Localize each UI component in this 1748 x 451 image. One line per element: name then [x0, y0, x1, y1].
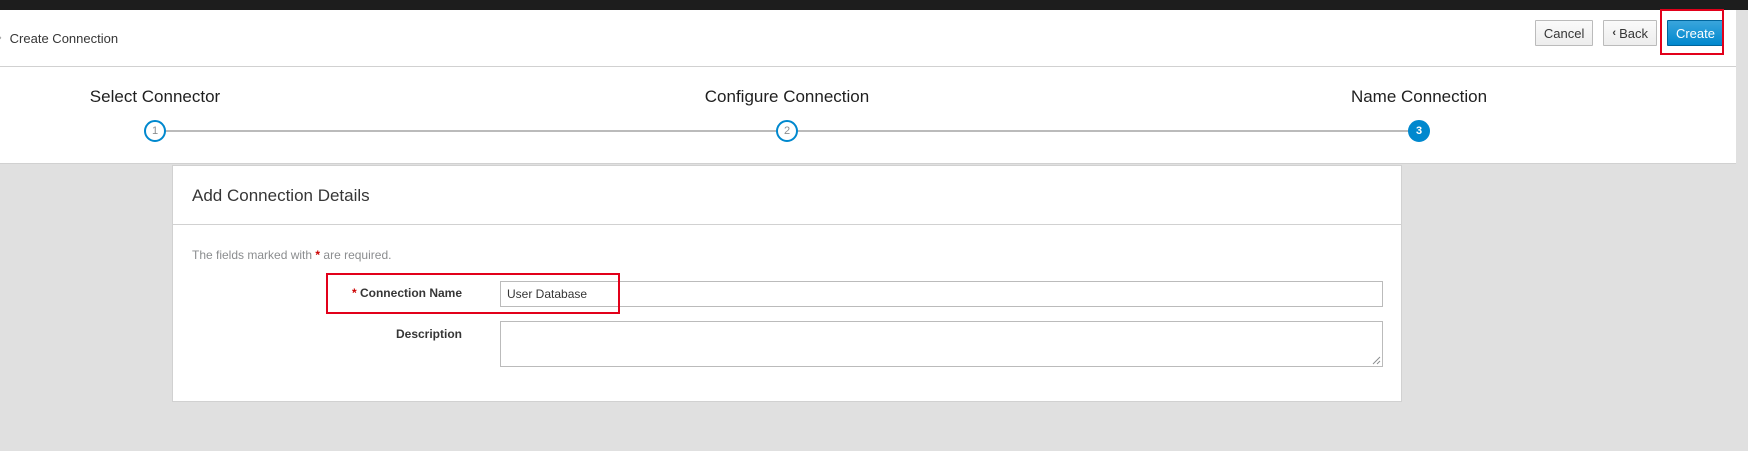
header-actions: Cancel ‹ Back Create: [1534, 20, 1724, 46]
required-note: The fields marked with * are required.: [192, 248, 391, 262]
wizard-step-label: Select Connector: [89, 87, 221, 106]
create-button-label: Create: [1675, 25, 1715, 41]
wizard-step-label: Configure Connection: [704, 87, 870, 106]
breadcrumb: › Create Connection: [0, 10, 118, 66]
chevron-left-icon: ‹: [1612, 27, 1617, 39]
required-note-text: The fields marked with: [192, 248, 313, 262]
wizard-step-label: Name Connection: [1350, 87, 1488, 106]
required-asterisk: *: [315, 248, 321, 262]
connection-name-input[interactable]: [500, 281, 1383, 307]
connection-name-label-text: Connection Name: [359, 286, 462, 300]
page: › Create Connection Cancel ‹ Back Create…: [0, 0, 1748, 451]
cancel-button-label: Cancel: [1543, 25, 1585, 41]
wizard-step-number: 2: [776, 120, 798, 142]
back-button[interactable]: ‹ Back: [1603, 20, 1657, 46]
chevron-right-icon: ›: [0, 32, 2, 44]
wizard-steps: Select Connector 1 Configure Connection …: [0, 67, 1736, 164]
back-button-label: Back: [1619, 25, 1648, 41]
header: › Create Connection Cancel ‹ Back Create: [0, 9, 1736, 67]
required-asterisk: *: [351, 286, 357, 300]
connection-name-label: * Connection Name: [282, 286, 462, 300]
description-textarea[interactable]: [500, 321, 1383, 367]
create-button[interactable]: Create: [1666, 20, 1724, 46]
card-divider: [173, 224, 1401, 225]
connection-details-card: Add Connection Details The fields marked…: [172, 165, 1402, 402]
breadcrumb-current: Create Connection: [9, 30, 119, 46]
wizard-step-number: 1: [144, 120, 166, 142]
cancel-button[interactable]: Cancel: [1534, 20, 1594, 46]
top-bar: [0, 0, 1748, 10]
card-title: Add Connection Details: [192, 186, 370, 205]
wizard-step-number: 3: [1408, 120, 1430, 142]
required-note-text-end: are required.: [323, 248, 392, 262]
description-label: Description: [395, 327, 462, 341]
